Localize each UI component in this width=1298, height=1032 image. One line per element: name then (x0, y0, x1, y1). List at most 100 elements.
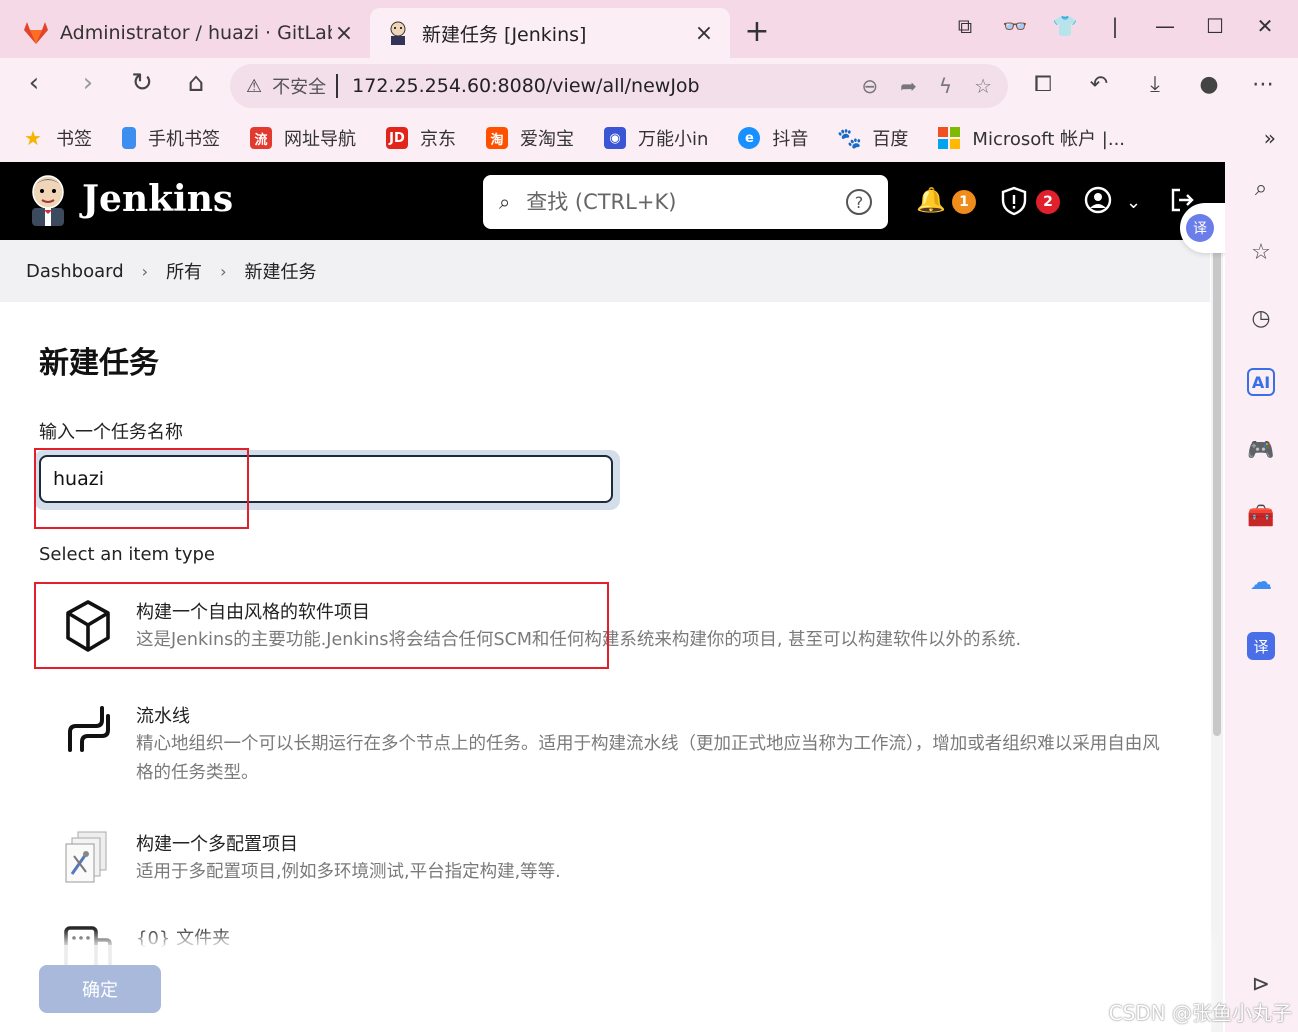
security-badge: 2 (1036, 190, 1060, 214)
bookmark-item[interactable]: 手机书签 (122, 125, 220, 151)
translate-icon[interactable]: 译 (1247, 632, 1275, 660)
gamepad-icon[interactable]: 🎮 (1245, 434, 1277, 466)
breadcrumb-chevron-icon[interactable]: › (142, 262, 148, 281)
annotation-highlight-box (34, 448, 249, 529)
item-description: 适用于多配置项目,例如多环境测试,平台指定构建,等等. (136, 862, 561, 882)
zoom-out-icon[interactable]: ⊖ (861, 74, 878, 98)
jenkins-header: Jenkins ⌕ ? 🔔 1 2 ⌄ (0, 162, 1225, 240)
close-window-icon[interactable]: ✕ (1240, 14, 1290, 38)
lightning-icon[interactable]: ϟ (939, 74, 952, 98)
jenkins-logo-icon[interactable] (26, 174, 70, 226)
baidu-paw-icon: 🐾 (836, 126, 862, 150)
toolbox-icon[interactable]: 🧰 (1245, 500, 1277, 532)
shield-icon[interactable] (1000, 186, 1028, 222)
download-icon[interactable]: ⤓ (1138, 72, 1172, 97)
minimize-icon[interactable]: — (1140, 14, 1190, 38)
window-controls: ⧉ 👓 👕 | — ☐ ✕ (940, 14, 1290, 38)
home-icon[interactable]: ⌂ (178, 68, 214, 98)
insecure-label: 不安全 (272, 77, 327, 98)
new-tab-button[interactable]: + (742, 14, 772, 49)
tab-jenkins[interactable]: 新建任务 [Jenkins] × (370, 8, 730, 58)
tab-count-icon[interactable]: ⧉ (940, 14, 990, 38)
bookmark-item[interactable]: 淘爱淘宝 (486, 125, 574, 151)
item-description: 精心地组织一个可以长期运行在多个节点上的任务。适用于构建流水线（更加正式地应当称… (136, 734, 1160, 783)
tab-title: Administrator / huazi · GitLab (60, 22, 332, 44)
annotation-highlight-box (34, 582, 609, 669)
robot-icon: ◉ (604, 127, 626, 149)
tab-gitlab[interactable]: Administrator / huazi · GitLab × (8, 8, 370, 58)
url-text[interactable]: 172.25.254.60:8080/view/all/newJob (352, 75, 839, 97)
microsoft-icon (938, 127, 961, 149)
star-icon: ★ (24, 126, 42, 150)
bookmark-item[interactable]: 流网址导航 (250, 125, 356, 151)
close-tab-icon[interactable]: × (332, 21, 356, 46)
bookmark-item[interactable]: JD 京东 (386, 125, 456, 151)
phone-icon (122, 127, 136, 149)
help-icon[interactable]: ? (846, 189, 872, 215)
search-icon[interactable]: ⌕ (1245, 172, 1277, 204)
close-tab-icon[interactable]: × (692, 21, 716, 46)
translate-icon: 译 (1186, 214, 1214, 242)
bookmark-item[interactable]: ◉ 万能小in (604, 125, 708, 151)
bookmarks-bar: ★ 书签 手机书签 流网址导航 JD 京东 淘爱淘宝 ◉ 万能小in e 抖音 🐾 百度 … (0, 114, 1298, 162)
bookmark-item[interactable]: Microsoft 帐户 |... (938, 125, 1125, 151)
ai-icon[interactable]: AI (1247, 368, 1275, 396)
share-icon[interactable]: ➦ (900, 74, 917, 98)
bookmark-item[interactable]: e 抖音 (738, 125, 808, 151)
breadcrumb-new-job[interactable]: 新建任务 (244, 258, 316, 284)
more-menu-icon[interactable]: ⋯ (1246, 72, 1280, 97)
ok-button[interactable]: 确定 (39, 965, 161, 1013)
multi-config-icon (65, 831, 107, 883)
collapse-sidebar-icon[interactable]: ⊳ (1245, 968, 1277, 1000)
jenkins-favicon-icon (384, 19, 412, 47)
history-clock-icon[interactable]: ◷ (1245, 302, 1277, 334)
forward-icon[interactable]: › (70, 68, 106, 98)
bookmarks-more-icon[interactable]: » (1264, 126, 1276, 150)
back-icon[interactable]: ‹ (16, 68, 52, 98)
star-icon[interactable]: ☆ (1245, 236, 1277, 268)
scrollbar-thumb[interactable] (1213, 242, 1221, 736)
avatar-icon[interactable]: ● (1192, 72, 1226, 97)
chevron-down-icon[interactable]: ⌄ (1126, 192, 1141, 213)
address-bar[interactable]: ⚠ 不安全 172.25.254.60:8080/view/all/newJob… (230, 64, 1008, 108)
item-type-label: Select an item type (39, 544, 216, 565)
notifications-badge: 1 (952, 190, 976, 214)
search-input[interactable] (526, 190, 846, 214)
bookmark-item[interactable]: ★ 书签 (22, 125, 92, 151)
item-title: 构建一个多配置项目 (136, 834, 298, 855)
jenkins-search-box[interactable]: ⌕ ? (483, 175, 888, 229)
separator (336, 74, 339, 98)
warning-icon: ⚠ (246, 75, 263, 97)
browser-tab-bar: Administrator / huazi · GitLab × 新建任务 [J… (0, 0, 1298, 58)
bookmark-item[interactable]: 🐾 百度 (836, 125, 908, 151)
breadcrumb-all[interactable]: 所有 (166, 258, 202, 284)
gitlab-icon (22, 19, 50, 47)
jenkins-brand-title[interactable]: Jenkins (82, 178, 233, 220)
reload-icon[interactable]: ↻ (124, 68, 160, 98)
edge-icon: e (738, 127, 761, 149)
browser-right-sidebar: ⌕ ☆ ◷ AI 🎮 🧰 ☁ 译 ⊳ (1225, 162, 1298, 1032)
maximize-icon[interactable]: ☐ (1190, 14, 1240, 38)
breadcrumb-chevron-icon[interactable]: › (220, 262, 226, 281)
cloud-upload-icon[interactable]: ☁ (1245, 566, 1277, 598)
divider-icon: | (1111, 14, 1119, 38)
bell-icon[interactable]: 🔔 (916, 186, 946, 214)
address-row: ‹ › ↻ ⌂ ⚠ 不安全 172.25.254.60:8080/view/al… (0, 58, 1298, 114)
item-type-pipeline[interactable]: 流水线 精心地组织一个可以长期运行在多个节点上的任务。适用于构建流水线（更加正式… (60, 702, 1190, 792)
search-icon: ⌕ (499, 190, 511, 214)
tab-title: 新建任务 [Jenkins] (422, 23, 587, 46)
shirt-icon[interactable]: 👕 (1040, 14, 1090, 38)
taobao-icon: 淘 (486, 127, 508, 149)
watermark: CSDN @张鱼小丸子 (1108, 1001, 1292, 1025)
breadcrumb: Dashboard › 所有 › 新建任务 (0, 240, 1210, 302)
pipeline-icon (68, 706, 110, 752)
incognito-icon[interactable]: 👓 (990, 14, 1040, 38)
job-name-label: 输入一个任务名称 (39, 422, 183, 443)
item-type-multi-config[interactable]: 构建一个多配置项目 适用于多配置项目,例如多环境测试,平台指定构建,等等. (60, 830, 1190, 890)
extensions-icon[interactable]: ⧠ (1026, 72, 1060, 97)
undo-icon[interactable]: ↶ (1082, 72, 1116, 97)
page-scrollbar[interactable] (1211, 240, 1223, 1032)
breadcrumb-dashboard[interactable]: Dashboard (26, 261, 124, 282)
favorite-star-icon[interactable]: ☆ (974, 74, 992, 98)
user-icon[interactable] (1084, 186, 1112, 220)
